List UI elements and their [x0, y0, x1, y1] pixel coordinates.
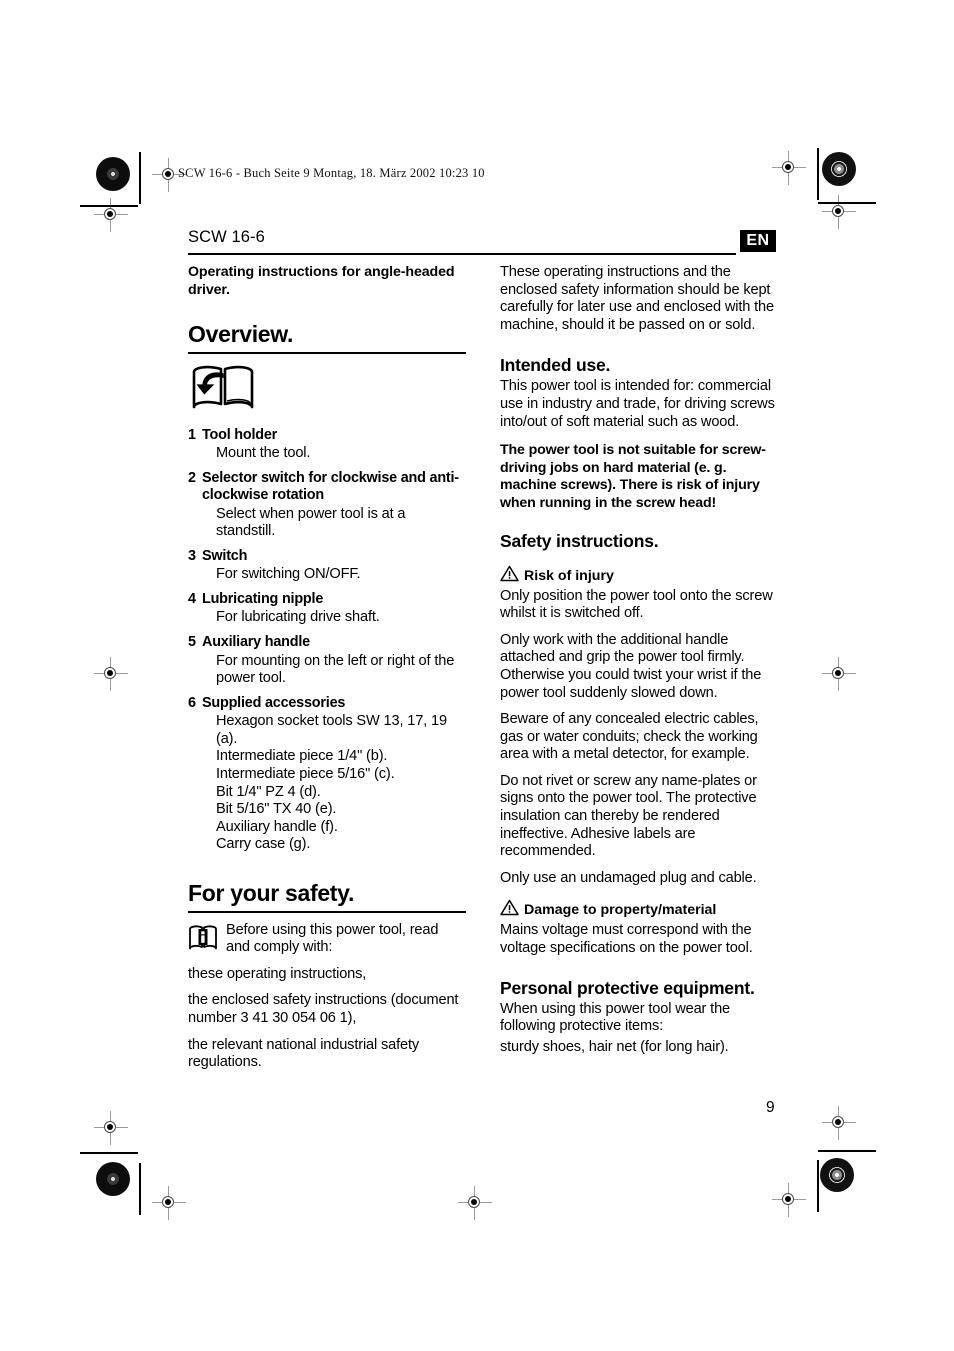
for-your-safety-heading-rule	[188, 911, 466, 913]
accessory-line-2: Intermediate piece 1/4" (b).	[216, 748, 388, 765]
overview-item-2-desc: Select when power tool is at a standstil…	[216, 505, 406, 540]
overview-item-list: 1 Tool holder Mount the tool. 2 Selector…	[188, 427, 466, 854]
page-number: 9	[766, 1099, 775, 1116]
accessory-line-6: Auxiliary handle (f).	[216, 818, 338, 835]
print-rosette-top-left	[96, 157, 130, 191]
overview-item-3-title: Switch	[202, 547, 248, 564]
risk-of-injury-label: Risk of injury	[524, 567, 614, 584]
overview-item-3: 3 Switch For switching ON/OFF.	[188, 548, 466, 584]
safety-reference-list: these operating instructions, the enclos…	[188, 966, 466, 1072]
overview-item-4-title: Lubricating nipple	[202, 590, 324, 607]
intended-use-heading: Intended use.	[500, 355, 611, 376]
overview-item-4: 4 Lubricating nipple For lubricating dri…	[188, 591, 466, 627]
overview-item-5-desc: For mounting on the left or right of the…	[216, 652, 455, 687]
document-page: SCW 16-6 - Buch Seite 9 Montag, 18. März…	[0, 0, 954, 1351]
right-column: These operating instructions and the enc…	[500, 264, 778, 1056]
overview-item-6-desc: Hexagon socket tools SW 13, 17, 19 (a). …	[216, 713, 466, 854]
registration-mark-right-lower	[822, 1106, 856, 1140]
risk-paragraph-3: Beware of any concealed electric cables,…	[500, 711, 759, 763]
overview-item-1-title: Tool holder	[202, 426, 278, 443]
registration-mark-bottom-right	[772, 1183, 806, 1217]
overview-item-6-title: Supplied accessories	[202, 694, 346, 711]
overview-item-5: 5 Auxiliary handle For mounting on the l…	[188, 634, 466, 688]
accessory-line-3: Intermediate piece 5/16" (c).	[216, 766, 395, 783]
registration-mark-top-right	[772, 151, 806, 185]
overview-item-2: 2 Selector switch for clockwise and anti…	[188, 470, 466, 541]
trim-line-bottom-left-h	[80, 1152, 138, 1154]
risk-paragraph-4: Do not rivet or screw any name-plates or…	[500, 772, 757, 860]
trim-line-top-left-v	[139, 152, 141, 204]
warning-triangle-icon	[500, 565, 519, 587]
overview-item-4-number: 4	[188, 590, 196, 607]
overview-item-3-desc: For switching ON/OFF.	[216, 566, 361, 583]
safety-reference-3: the relevant national industrial safety …	[188, 1036, 420, 1071]
print-rosette-top-right	[822, 152, 856, 186]
ppe-paragraph: When using this power tool wear the foll…	[500, 1000, 730, 1035]
safety-icon-paragraph-text: Before using this power tool, read and c…	[226, 921, 439, 956]
overview-heading-rule	[188, 352, 466, 354]
damage-to-property-label: Damage to property/material	[524, 902, 717, 919]
printer-slug-line: SCW 16-6 - Buch Seite 9 Montag, 18. März…	[178, 166, 485, 180]
overview-item-6-number: 6	[188, 694, 196, 711]
intro-heading: Operating instructions for angle-headed …	[188, 264, 455, 298]
trim-line-bottom-right-v	[817, 1160, 819, 1212]
registration-mark-right-upper	[822, 195, 856, 229]
overview-item-1: 1 Tool holder Mount the tool.	[188, 427, 466, 463]
registration-mark-bottom-left	[152, 1186, 186, 1220]
trim-line-bottom-left-v	[139, 1163, 141, 1215]
header-rule	[188, 253, 736, 255]
ppe-items: sturdy shoes, hair net (for long hair).	[500, 1038, 729, 1055]
trim-line-bottom-right-h	[818, 1150, 876, 1152]
ppe-heading: Personal protective equipment.	[500, 977, 755, 998]
overview-item-2-title: Selector switch for clockwise and anti-c…	[202, 469, 459, 504]
overview-item-1-desc: Mount the tool.	[216, 445, 311, 462]
keep-instructions-paragraph: These operating instructions and the enc…	[500, 264, 774, 333]
damage-paragraph: Mains voltage must correspond with the v…	[500, 922, 753, 957]
overview-item-3-number: 3	[188, 547, 196, 564]
running-head-title: SCW 16-6	[188, 228, 265, 246]
print-rosette-bottom-right	[820, 1158, 854, 1192]
warning-triangle-icon	[500, 899, 519, 921]
overview-heading: Overview.	[188, 321, 294, 347]
safety-instructions-heading: Safety instructions.	[500, 530, 659, 551]
print-rosette-bottom-left	[96, 1162, 130, 1196]
registration-mark-right-middle	[822, 657, 856, 691]
risk-paragraph-1: Only position the power tool onto the sc…	[500, 587, 773, 622]
safety-icon-paragraph: Before using this power tool, read and c…	[188, 922, 466, 957]
risk-paragraph-2: Only work with the additional handle att…	[500, 631, 762, 701]
overview-item-5-title: Auxiliary handle	[202, 634, 310, 651]
open-book-with-arrow-icon	[190, 362, 466, 417]
for-your-safety-heading: For your safety.	[188, 880, 355, 906]
registration-mark-left-upper	[94, 198, 128, 232]
overview-item-1-number: 1	[188, 426, 196, 443]
intended-use-paragraph: This power tool is intended for: commerc…	[500, 378, 775, 430]
intended-use-warning: The power tool is not suitable for screw…	[500, 442, 766, 511]
risk-paragraph-5: Only use an undamaged plug and cable.	[500, 869, 757, 886]
trim-line-top-left-h	[80, 205, 138, 207]
overview-item-5-number: 5	[188, 634, 196, 651]
risk-of-injury-heading: Risk of injury	[500, 565, 778, 587]
accessory-line-5: Bit 5/16" TX 40 (e).	[216, 801, 337, 818]
language-badge: EN	[740, 230, 776, 252]
overview-item-6: 6 Supplied accessories Hexagon socket to…	[188, 695, 466, 854]
trim-line-top-right-h	[818, 202, 876, 204]
left-column: Operating instructions for angle-headed …	[188, 264, 466, 1072]
safety-reference-1: these operating instructions,	[188, 965, 367, 982]
book-info-icon	[188, 923, 218, 956]
safety-reference-2: the enclosed safety instructions (docume…	[188, 992, 459, 1026]
registration-mark-left-lower	[94, 1111, 128, 1145]
damage-to-property-heading: Damage to property/material	[500, 899, 778, 921]
trim-line-top-right-v	[817, 148, 819, 200]
overview-item-4-desc: For lubricating drive shaft.	[216, 609, 380, 626]
accessory-line-1: Hexagon socket tools SW 13, 17, 19 (a).	[216, 713, 447, 747]
accessory-line-4: Bit 1/4" PZ 4 (d).	[216, 783, 321, 800]
registration-mark-bottom-center	[458, 1186, 492, 1220]
overview-item-2-number: 2	[188, 469, 196, 486]
registration-mark-left-middle	[94, 657, 128, 691]
accessory-line-7: Carry case (g).	[216, 836, 311, 853]
